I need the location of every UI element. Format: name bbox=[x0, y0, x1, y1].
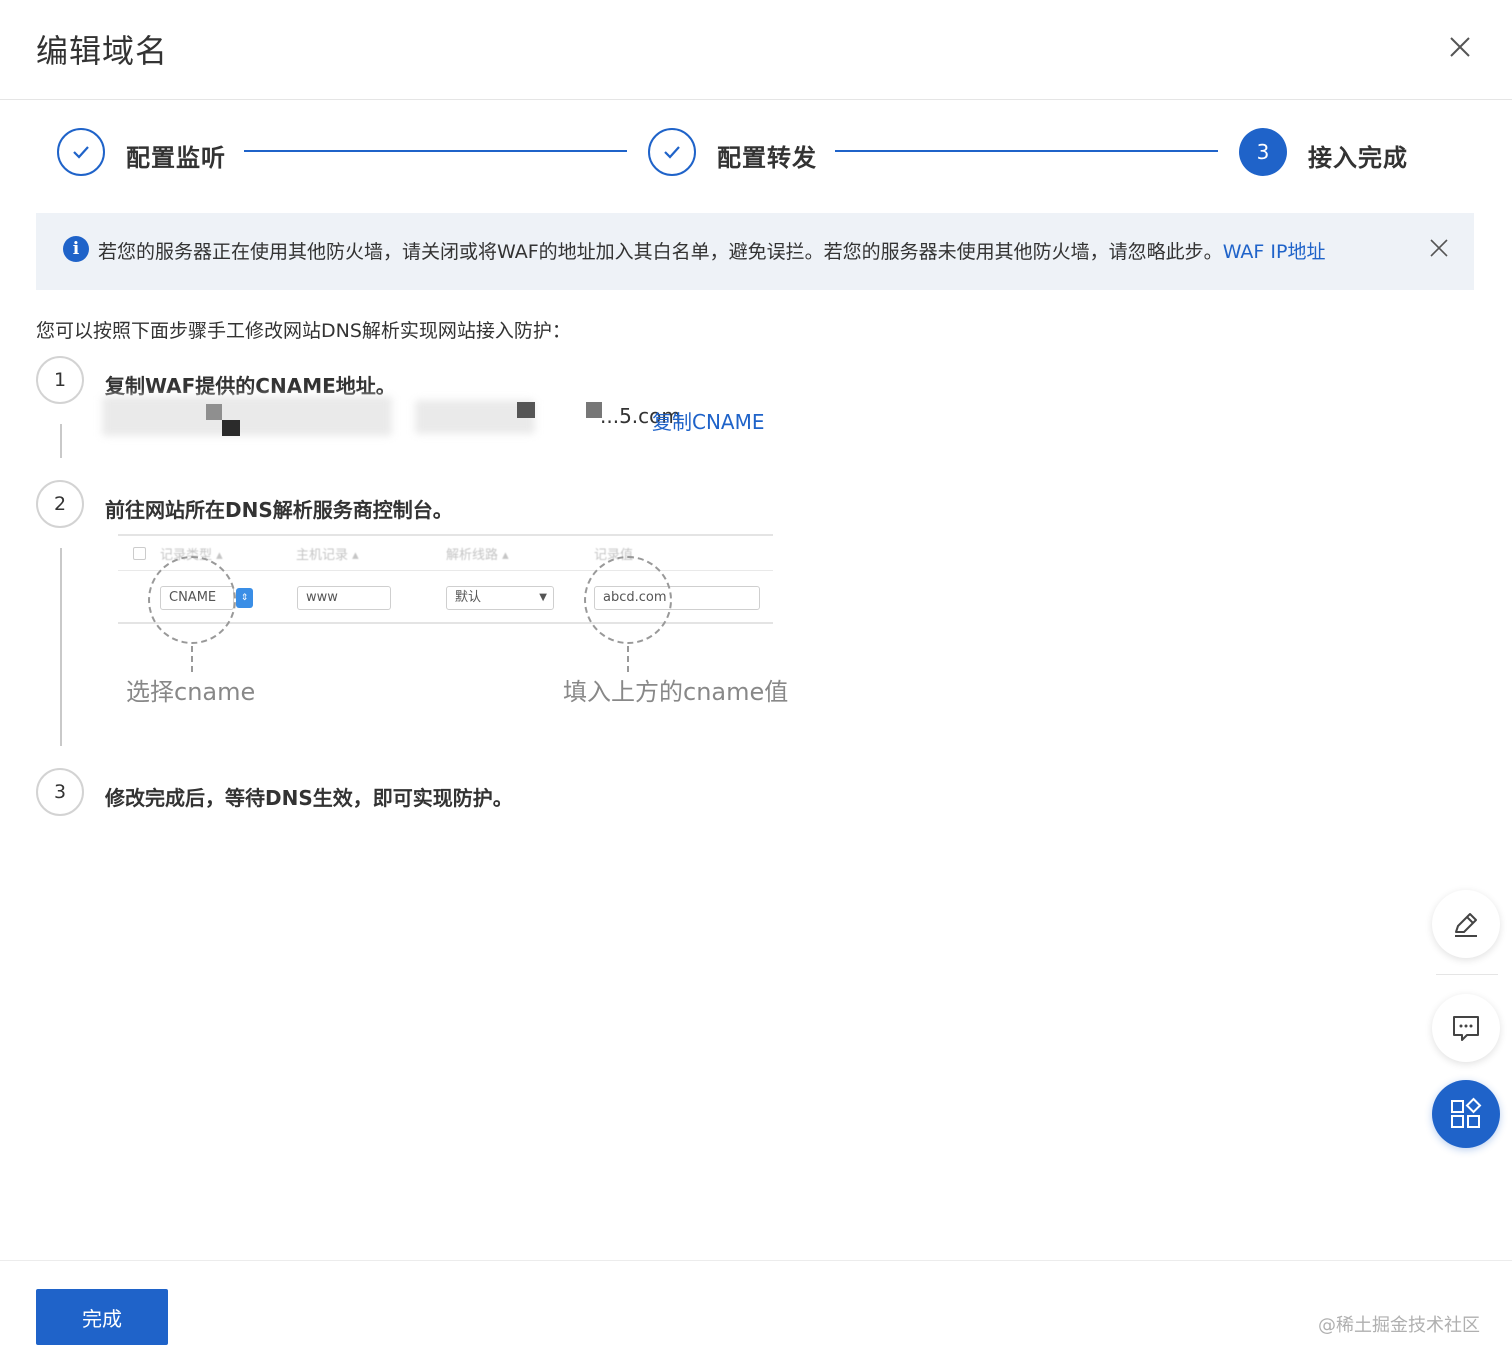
waf-ip-link[interactable]: WAF IP地址 bbox=[1223, 241, 1326, 263]
instruction-number: 1 bbox=[36, 356, 84, 404]
step-divider bbox=[60, 424, 62, 458]
checkbox bbox=[133, 547, 146, 560]
close-icon[interactable] bbox=[1428, 237, 1450, 259]
caption-select-cname: 选择cname bbox=[126, 678, 256, 706]
alert-message: 若您的服务器正在使用其他防火墙，请关闭或将WAF的地址加入其白名单，避免误拦。若… bbox=[98, 237, 1325, 264]
progress-steps: 配置监听 配置转发 3 接入完成 bbox=[0, 120, 1512, 190]
dialog-header: 编辑域名 bbox=[0, 0, 1512, 100]
instruction-number: 2 bbox=[36, 480, 84, 528]
dns-example-illustration: 记录类型 ▴ 主机记录 ▴ 解析线路 ▴ 记录值 CNAME ⇕ www 默认 … bbox=[118, 530, 808, 730]
instruction-number: 3 bbox=[36, 768, 84, 816]
dropdown-arrow-icon: ▼ bbox=[539, 592, 547, 603]
dialog-title: 编辑域名 bbox=[36, 32, 169, 70]
close-icon[interactable] bbox=[1445, 32, 1475, 62]
instruction-title: 修改完成后，等待DNS生效，即可实现防护。 bbox=[105, 786, 513, 810]
mosaic-block bbox=[222, 420, 240, 436]
highlight-circle bbox=[584, 556, 672, 644]
callout-line bbox=[627, 646, 629, 672]
info-icon: i bbox=[63, 236, 89, 262]
column-header: 主机记录 ▴ bbox=[296, 548, 359, 563]
redacted-text bbox=[102, 396, 392, 436]
step-divider bbox=[60, 548, 62, 746]
step-label-complete: 接入完成 bbox=[1308, 144, 1408, 172]
apps-icon[interactable] bbox=[1432, 1080, 1500, 1148]
watermark: @稀土掘金技术社区 bbox=[1318, 1315, 1480, 1336]
step-connector bbox=[244, 150, 627, 152]
edit-icon[interactable] bbox=[1432, 890, 1500, 958]
host-input: www bbox=[297, 586, 391, 610]
done-button[interactable]: 完成 bbox=[36, 1289, 168, 1345]
caption-fill-cname: 填入上方的cname值 bbox=[563, 678, 789, 706]
alert-text: 若您的服务器正在使用其他防火墙，请关闭或将WAF的地址加入其白名单，避免误拦。若… bbox=[98, 241, 1223, 263]
column-header: 解析线路 ▴ bbox=[446, 548, 509, 563]
callout-line bbox=[191, 646, 193, 672]
dialog-footer: 完成 @稀土掘金技术社区 bbox=[0, 1260, 1512, 1365]
intro-text: 您可以按照下面步骤手工修改网站DNS解析实现网站接入防护： bbox=[36, 320, 571, 342]
instruction-title: 前往网站所在DNS解析服务商控制台。 bbox=[105, 498, 453, 522]
chat-icon[interactable] bbox=[1432, 994, 1500, 1062]
firewall-alert: i 若您的服务器正在使用其他防火墙，请关闭或将WAF的地址加入其白名单，避免误拦… bbox=[36, 213, 1474, 290]
line-select: 默认 ▼ bbox=[446, 586, 554, 610]
check-icon bbox=[57, 128, 105, 176]
check-icon bbox=[648, 128, 696, 176]
line-value: 默认 bbox=[455, 590, 482, 605]
select-arrow-icon: ⇕ bbox=[236, 588, 253, 608]
step-label-listen: 配置监听 bbox=[126, 144, 226, 172]
step-label-forward: 配置转发 bbox=[717, 144, 817, 172]
cname-address: ...5.com bbox=[100, 392, 681, 442]
mosaic-block bbox=[206, 404, 222, 420]
copy-cname-link[interactable]: 复制CNAME bbox=[652, 406, 765, 435]
step-number-current: 3 bbox=[1239, 128, 1287, 176]
highlight-circle bbox=[148, 556, 236, 644]
mosaic-block bbox=[517, 402, 535, 418]
step-connector bbox=[835, 150, 1218, 152]
